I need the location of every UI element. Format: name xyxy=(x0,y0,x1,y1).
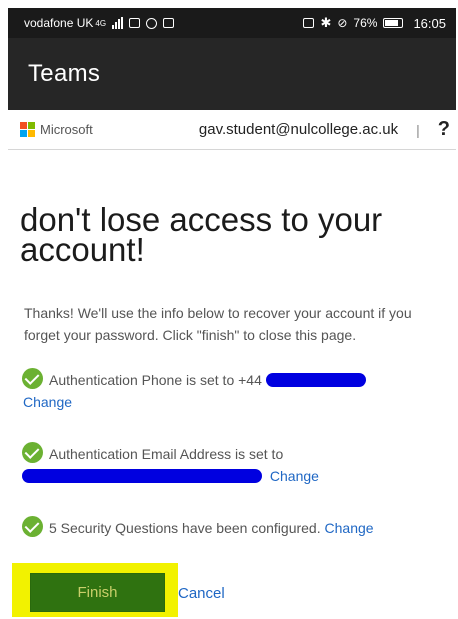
microsoft-header: Microsoft gav.student@nulcollege.ac.uk |… xyxy=(8,110,456,150)
list-item-security-questions: 5 Security Questions have been configure… xyxy=(22,516,442,539)
battery-icon xyxy=(383,18,404,28)
item-text: 5 Security Questions have been configure… xyxy=(49,520,321,536)
header-separator: | xyxy=(416,121,420,138)
app-bar: Teams xyxy=(8,38,456,110)
microsoft-logo-icon xyxy=(20,122,35,137)
checkmark-icon xyxy=(22,516,43,537)
signal-icon xyxy=(112,17,124,29)
checkmark-icon xyxy=(22,368,43,389)
account-email[interactable]: gav.student@nulcollege.ac.uk xyxy=(199,121,398,138)
cancel-link[interactable]: Cancel xyxy=(178,585,225,602)
redaction-mark xyxy=(265,373,366,387)
app-title: Teams xyxy=(28,60,101,87)
checkmark-icon xyxy=(22,442,43,463)
change-questions-link[interactable]: Change xyxy=(325,520,374,536)
redaction-mark xyxy=(22,469,262,483)
mute-icon: ⊘ xyxy=(337,16,348,30)
carrier-label: vodafone UK xyxy=(24,16,94,30)
page-title: don't lose access to your account! xyxy=(20,201,383,268)
whatsapp-icon xyxy=(146,17,158,29)
mail-icon xyxy=(163,18,175,28)
network-type: 4G xyxy=(95,18,107,28)
battery-percent: 76% xyxy=(353,16,378,30)
item-text: Authentication Phone is set to +44 xyxy=(49,372,262,388)
nfc-icon xyxy=(303,18,315,28)
change-phone-link[interactable]: Change xyxy=(23,394,72,410)
change-email-link[interactable]: Change xyxy=(270,468,319,484)
intro-text: Thanks! We'll use the info below to reco… xyxy=(24,305,412,343)
clock: 16:05 xyxy=(413,15,446,31)
list-item-email: Authentication Email Address is set to C… xyxy=(22,442,442,487)
status-bar: vodafone UK 4G ✱ ⊘ 76% 16:05 xyxy=(8,8,456,38)
message-icon xyxy=(129,18,141,28)
brand-name: Microsoft xyxy=(40,122,93,137)
bluetooth-icon: ✱ xyxy=(320,15,332,30)
help-button[interactable]: ? xyxy=(438,118,450,141)
item-text: Authentication Email Address is set to xyxy=(49,446,284,462)
finish-button[interactable]: Finish xyxy=(30,573,165,612)
list-item-phone: Authentication Phone is set to +44 Chang… xyxy=(22,368,442,413)
